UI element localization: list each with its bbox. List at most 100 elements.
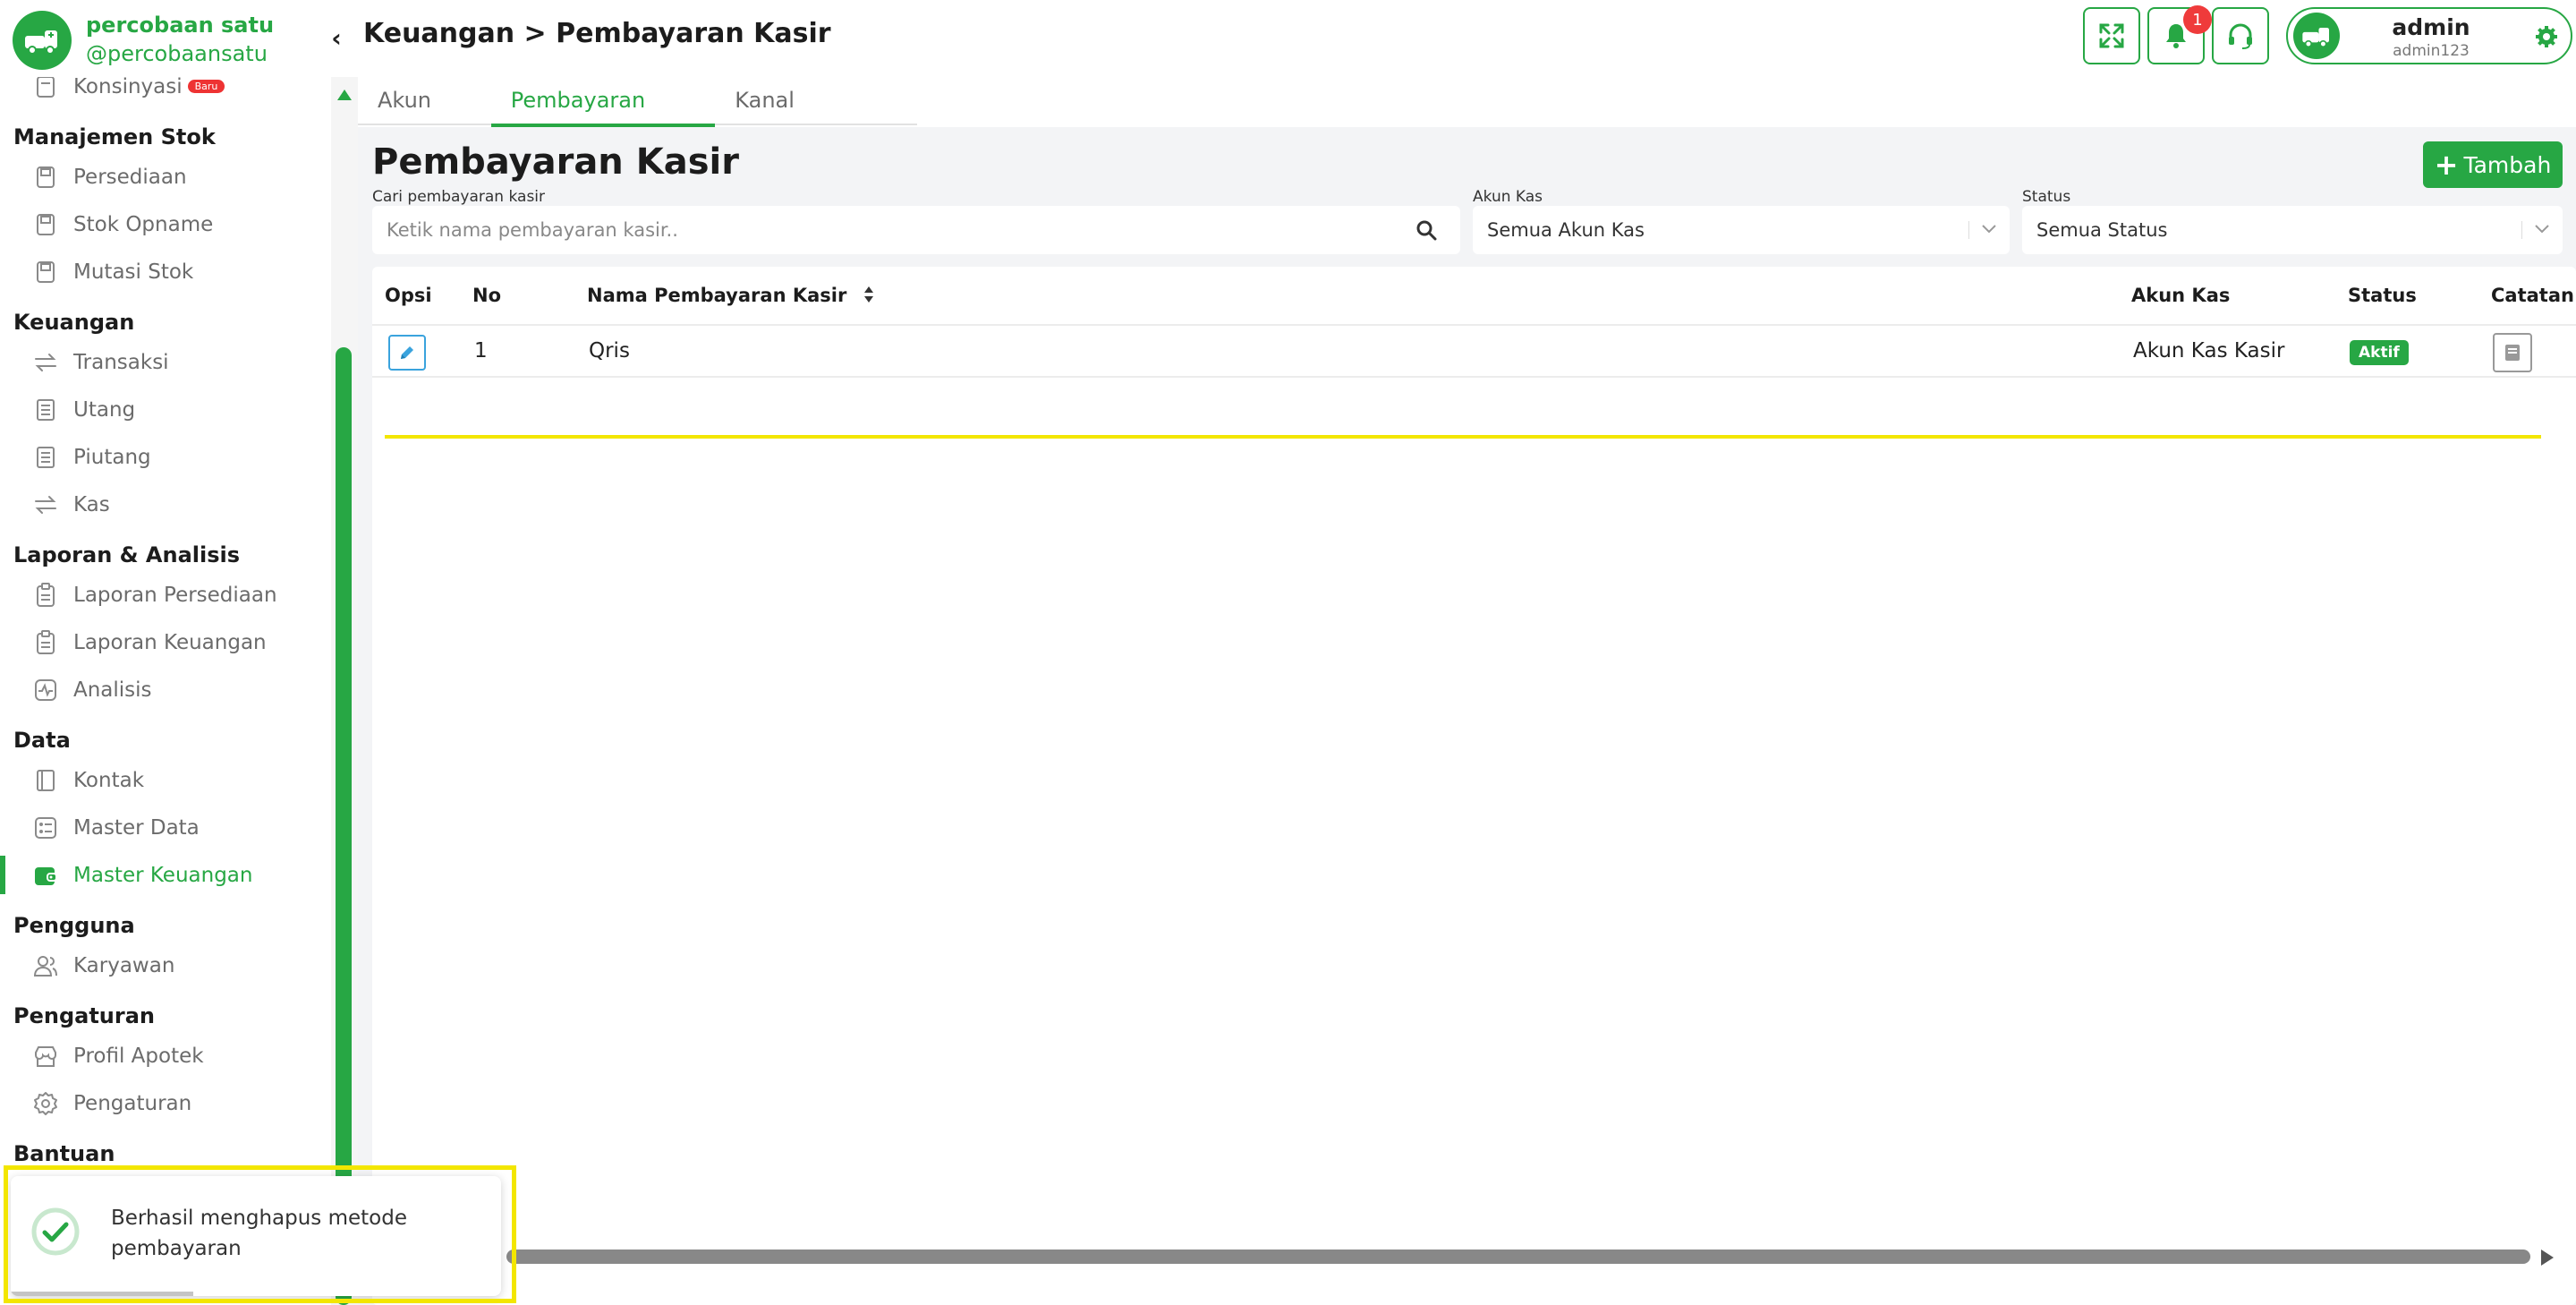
scroll-right-arrow-icon[interactable] xyxy=(2541,1250,2554,1266)
add-button[interactable]: + Tambah xyxy=(2423,141,2563,188)
sidebar: percobaan satu @percobaansatu ‹ Konsinya… xyxy=(0,0,358,1305)
sidebar-item-label: Konsinyasi xyxy=(73,77,183,98)
transfer-icon xyxy=(32,349,59,376)
sidebar-section-title: Data xyxy=(13,728,71,753)
gear-icon[interactable] xyxy=(2535,25,2558,48)
toast-highlight-box xyxy=(4,1165,516,1303)
table-row-divider xyxy=(372,376,2576,378)
save-icon xyxy=(32,211,59,238)
list-icon xyxy=(32,444,59,471)
sidebar-item-label: Kontak xyxy=(73,768,145,792)
tab-kanal-penjualan[interactable]: Kanal Penjualan xyxy=(715,75,917,163)
edit-button[interactable] xyxy=(388,335,426,371)
sidebar-section-title: Keuangan xyxy=(13,310,135,335)
pharmacy-logo-icon xyxy=(13,11,72,70)
sidebar-item-laporan-keuangan[interactable]: Laporan Keuangan xyxy=(0,618,331,666)
brand: percobaan satu @percobaansatu xyxy=(0,0,322,77)
scrollbar-thumb[interactable] xyxy=(336,347,352,1305)
status-badge: Aktif xyxy=(2350,340,2409,365)
sidebar-item-label: Piutang xyxy=(73,445,151,469)
sidebar-item-pengaturan[interactable]: Pengaturan xyxy=(0,1079,331,1127)
sidebar-item-label: Utang xyxy=(73,397,136,422)
akun-kas-select-value: Semua Akun Kas xyxy=(1487,219,1645,241)
note-button[interactable] xyxy=(2493,333,2532,372)
sidebar-item-piutang[interactable]: Piutang xyxy=(0,433,331,481)
brand-handle: @percobaansatu xyxy=(86,41,268,66)
brand-name: percobaan satu xyxy=(86,13,275,38)
avatar xyxy=(2293,13,2340,59)
select-separator xyxy=(2521,221,2522,239)
pencil-icon xyxy=(401,346,413,359)
save-icon xyxy=(32,259,59,286)
sidebar-item-kontak[interactable]: Kontak xyxy=(0,756,331,804)
user-menu[interactable]: admin admin123 xyxy=(2286,7,2572,64)
new-badge: Baru xyxy=(187,80,225,93)
table-cell-akun-kas: Akun Kas Kasir xyxy=(2133,339,2285,362)
status-filter-label: Status xyxy=(2022,188,2071,206)
clipboard-icon xyxy=(32,629,59,656)
activity-icon xyxy=(32,677,59,704)
tab-bar: Akun Kas Pembayaran Kasir Kanal Penjuala… xyxy=(358,75,917,163)
notification-count-badge: 1 xyxy=(2183,5,2212,34)
active-item-indicator xyxy=(0,856,5,894)
search-icon[interactable] xyxy=(1416,219,1437,241)
sidebar-item-kas[interactable]: Kas xyxy=(0,481,331,528)
sidebar-section-title: Pengaturan xyxy=(13,1003,156,1028)
column-header-nama[interactable]: Nama Pembayaran Kasir xyxy=(587,267,875,324)
sidebar-item-label: Laporan Keuangan xyxy=(73,630,267,654)
chevron-down-icon xyxy=(2535,225,2549,234)
akun-kas-filter-label: Akun Kas xyxy=(1473,188,1543,206)
sidebar-item-mutasi-stok[interactable]: Mutasi Stok xyxy=(0,248,331,295)
notification-button[interactable]: 1 xyxy=(2147,5,2212,64)
tab-pembayaran-kasir[interactable]: Pembayaran Kasir xyxy=(490,75,716,163)
sidebar-item-laporan-persediaan[interactable]: Laporan Persediaan xyxy=(0,571,331,618)
sidebar-item-label: Kas xyxy=(73,492,110,516)
sidebar-item-transaksi[interactable]: Transaksi xyxy=(0,338,331,386)
data-table: Opsi No Nama Pembayaran Kasir Akun Kas S… xyxy=(372,267,2576,1305)
support-button[interactable] xyxy=(2212,7,2269,64)
plus-icon: + xyxy=(2434,148,2459,182)
column-header-catatan: Catatan xyxy=(2491,285,2574,306)
breadcrumb: Keuangan > Pembayaran Kasir xyxy=(363,18,831,49)
sidebar-section-title: Manajemen Stok xyxy=(13,124,216,149)
sidebar-item-master-data[interactable]: Master Data xyxy=(0,804,331,851)
sort-icon[interactable] xyxy=(863,285,875,304)
horizontal-scrollbar-thumb[interactable] xyxy=(506,1250,2530,1264)
chevron-down-icon xyxy=(1982,225,1996,234)
sidebar-section-title: Pengguna xyxy=(13,913,135,938)
collapse-sidebar-button[interactable]: ‹ xyxy=(324,21,349,54)
headset-icon xyxy=(2229,23,2252,49)
users-icon xyxy=(32,952,59,979)
scroll-up-arrow-icon[interactable] xyxy=(337,90,352,100)
tab-akun-kas[interactable]: Akun Kas xyxy=(358,75,491,163)
sidebar-item-profil-apotek[interactable]: Profil Apotek xyxy=(0,1032,331,1079)
table-cell-no: 1 xyxy=(474,339,488,362)
user-name: admin xyxy=(2392,14,2470,40)
sidebar-item-utang[interactable]: Utang xyxy=(0,386,331,433)
sidebar-item-persediaan[interactable]: Persediaan xyxy=(0,153,331,200)
select-separator xyxy=(1968,221,1969,239)
sidebar-item-label: Analisis xyxy=(73,678,152,702)
sidebar-item-konsinyasi[interactable]: Konsinyasi Baru xyxy=(0,77,331,110)
database-icon xyxy=(32,815,59,841)
status-select[interactable]: Semua Status xyxy=(2022,206,2563,254)
akun-kas-select[interactable]: Semua Akun Kas xyxy=(1473,206,2010,254)
sidebar-item-stok-opname[interactable]: Stok Opname xyxy=(0,200,331,248)
list-icon xyxy=(32,397,59,423)
transfer-icon xyxy=(32,491,59,518)
save-icon xyxy=(32,164,59,191)
highlight-line xyxy=(385,435,2541,439)
sidebar-item-master-keuangan[interactable]: Master Keuangan xyxy=(0,851,331,899)
sidebar-item-label: Mutasi Stok xyxy=(73,260,194,284)
column-header-akun-kas: Akun Kas xyxy=(2131,285,2231,306)
sidebar-item-label: Master Keuangan xyxy=(73,863,253,887)
sidebar-item-karyawan[interactable]: Karyawan xyxy=(0,942,331,989)
sidebar-scrollbar[interactable] xyxy=(331,77,358,1305)
search-input[interactable]: Ketik nama pembayaran kasir.. xyxy=(372,206,1460,254)
status-select-value: Semua Status xyxy=(2036,219,2168,241)
table-cell-nama: Qris xyxy=(589,339,630,362)
sidebar-item-label: Profil Apotek xyxy=(73,1044,204,1068)
sidebar-item-analisis[interactable]: Analisis xyxy=(0,666,331,713)
fullscreen-button[interactable] xyxy=(2083,7,2140,64)
sidebar-item-label: Laporan Persediaan xyxy=(73,583,277,607)
